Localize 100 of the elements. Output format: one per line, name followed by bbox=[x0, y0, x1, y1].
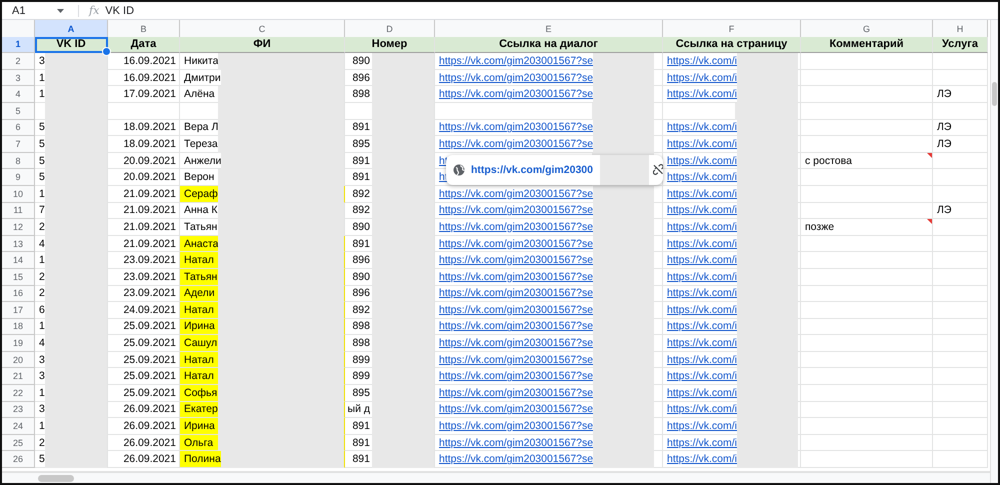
table-cell bbox=[933, 352, 988, 368]
link[interactable]: https://vk.com/gim203001567?se bbox=[439, 420, 594, 432]
column-header[interactable]: G bbox=[801, 20, 933, 38]
link[interactable]: https://vk.com/gim203001567?se bbox=[439, 88, 594, 100]
unlink-icon[interactable] bbox=[652, 164, 663, 176]
table-cell: Верон bbox=[184, 171, 214, 184]
row-header[interactable]: 17 bbox=[2, 302, 35, 319]
row-header[interactable]: 5 bbox=[2, 102, 35, 120]
row-header[interactable]: 22 bbox=[2, 385, 35, 402]
link[interactable]: https://vk.com/gim203001567?se bbox=[439, 138, 594, 150]
row-header[interactable]: 10 bbox=[2, 186, 35, 203]
name-box[interactable]: A1 bbox=[2, 2, 70, 19]
row-header[interactable]: 16 bbox=[2, 286, 35, 302]
link[interactable]: https://vk.com/gim203001567?se bbox=[439, 386, 594, 399]
link[interactable]: https://vk.com/i bbox=[667, 270, 738, 283]
link[interactable]: https://vk.com/i bbox=[667, 337, 738, 350]
column-header[interactable]: B bbox=[108, 20, 180, 38]
link[interactable]: https://vk.com/i bbox=[667, 154, 738, 167]
link[interactable]: https://vk.com/gim203001567?se bbox=[439, 220, 594, 233]
link[interactable]: https://vk.com/gim203001567?se bbox=[439, 453, 594, 466]
column-header[interactable]: C bbox=[180, 20, 345, 38]
row-header[interactable]: 15 bbox=[2, 268, 35, 286]
link[interactable]: https://vk.com/gim203001567?se bbox=[439, 188, 594, 200]
table-cell: 1 bbox=[39, 188, 45, 200]
row-header[interactable]: 3 bbox=[2, 70, 35, 86]
column-header[interactable]: H bbox=[933, 20, 988, 38]
row-header[interactable]: 12 bbox=[2, 219, 35, 236]
column-header[interactable]: D bbox=[345, 20, 435, 38]
link[interactable]: https://vk.com/i bbox=[667, 88, 738, 100]
link[interactable]: https://vk.com/i bbox=[667, 370, 738, 382]
row-header[interactable]: 11 bbox=[2, 202, 35, 220]
link[interactable]: https://vk.com/i bbox=[667, 354, 738, 366]
link[interactable]: https://vk.com/i bbox=[667, 386, 738, 399]
link[interactable]: https://vk.com/i bbox=[667, 188, 738, 200]
link[interactable]: https://vk.com/gim203001567?se bbox=[439, 238, 594, 250]
vertical-scrollbar[interactable] bbox=[990, 20, 998, 483]
link[interactable]: https://vk.com/i bbox=[667, 287, 738, 300]
row-header[interactable]: 1 bbox=[2, 36, 35, 54]
link[interactable]: https://vk.com/gim203001567?se bbox=[439, 320, 594, 332]
link[interactable]: https://vk.com/gim203001567?se bbox=[439, 121, 594, 134]
row-header[interactable]: 8 bbox=[2, 152, 35, 170]
link[interactable]: https://vk.com/i bbox=[667, 254, 738, 266]
row-header[interactable]: 7 bbox=[2, 136, 35, 153]
comment-marker[interactable] bbox=[927, 219, 932, 224]
link[interactable]: https://vk.com/gim203001567?se bbox=[439, 337, 594, 350]
row-header[interactable]: 24 bbox=[2, 418, 35, 435]
table-cell: 1 bbox=[39, 254, 45, 266]
link[interactable]: https://vk.com/gim203001567?se bbox=[439, 354, 594, 366]
link[interactable]: https://vk.com/gim203001567?se bbox=[439, 287, 594, 300]
link[interactable]: https://vk.com/gim203001567?se bbox=[439, 403, 594, 416]
fill-handle[interactable] bbox=[102, 47, 111, 56]
row-header[interactable]: 23 bbox=[2, 402, 35, 418]
row-header[interactable]: 21 bbox=[2, 368, 35, 386]
link[interactable]: https://vk.com/i bbox=[667, 238, 738, 250]
link[interactable]: https://vk.com/gim203001567?se bbox=[439, 270, 594, 283]
link[interactable]: https://vk.com/i bbox=[667, 304, 738, 316]
column-header[interactable]: E bbox=[435, 20, 663, 38]
column-header[interactable]: A bbox=[35, 20, 108, 38]
row-header[interactable]: 14 bbox=[2, 252, 35, 269]
link[interactable]: https://vk.com/i bbox=[667, 171, 738, 184]
row-header[interactable]: 9 bbox=[2, 169, 35, 186]
link[interactable]: https://vk.com/i bbox=[667, 436, 738, 449]
select-all-corner[interactable] bbox=[2, 20, 35, 38]
link[interactable]: https://vk.com/i bbox=[667, 204, 738, 216]
link[interactable]: https://vk.com/gim203001567?se bbox=[439, 54, 594, 67]
link[interactable]: https://vk.com/gim203001567?se bbox=[439, 254, 594, 266]
link[interactable]: https://vk.com/i bbox=[667, 121, 738, 134]
link[interactable]: https://vk.com/i bbox=[667, 54, 738, 67]
comment-marker[interactable] bbox=[927, 152, 932, 158]
formula-field[interactable]: VK ID bbox=[105, 2, 998, 19]
row-header[interactable]: 25 bbox=[2, 434, 35, 452]
link[interactable]: https://vk.com/i bbox=[667, 403, 738, 416]
row-header[interactable]: 2 bbox=[2, 53, 35, 70]
link[interactable]: https://vk.com/i bbox=[667, 453, 738, 466]
row-header[interactable]: 13 bbox=[2, 236, 35, 252]
link[interactable]: https://vk.com/i bbox=[667, 420, 738, 432]
link[interactable]: https://vk.com/i bbox=[667, 220, 738, 233]
row-header[interactable]: 18 bbox=[2, 318, 35, 336]
table-cell: Анаста bbox=[184, 238, 218, 250]
scrollbar-thumb[interactable] bbox=[38, 474, 74, 482]
link[interactable]: https://vk.com/gim203001567?se bbox=[439, 370, 594, 382]
link[interactable]: https://vk.com/gim203001567?se bbox=[439, 436, 594, 449]
row-header[interactable]: 6 bbox=[2, 120, 35, 136]
row-header[interactable]: 19 bbox=[2, 335, 35, 352]
link[interactable]: https://vk.com/i bbox=[667, 72, 738, 84]
link-url[interactable]: https://vk.com/gim20300 bbox=[471, 164, 593, 176]
table-cell: 2 bbox=[39, 436, 45, 449]
link[interactable]: https://vk.com/gim203001567?se bbox=[439, 204, 594, 216]
link[interactable]: https://vk.com/gim203001567?se bbox=[439, 72, 594, 84]
link[interactable]: https://vk.com/gim203001567?se bbox=[439, 304, 594, 316]
link[interactable]: https://vk.com/i bbox=[667, 320, 738, 332]
row-header[interactable]: 20 bbox=[2, 352, 35, 368]
column-header[interactable]: F bbox=[663, 20, 801, 38]
link[interactable]: https://vk.com/i bbox=[667, 138, 738, 150]
row-header[interactable]: 26 bbox=[2, 451, 35, 468]
scrollbar-thumb[interactable] bbox=[992, 82, 997, 106]
horizontal-scrollbar[interactable] bbox=[2, 472, 990, 483]
row-header[interactable]: 4 bbox=[2, 86, 35, 103]
table-cell: 892 bbox=[352, 188, 370, 200]
table-cell: с ростова bbox=[805, 154, 852, 167]
